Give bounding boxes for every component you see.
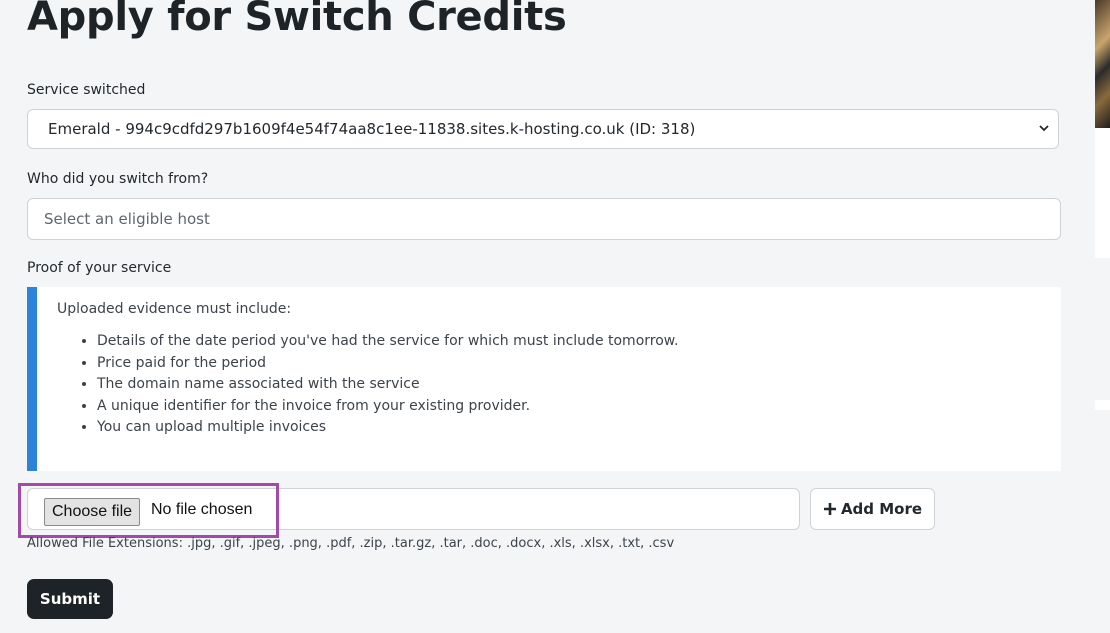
submit-button[interactable]: Submit <box>27 579 113 619</box>
notice-list: Details of the date period you've had th… <box>57 331 678 439</box>
notice-intro: Uploaded evidence must include: <box>57 301 292 317</box>
side-photo <box>1095 0 1110 128</box>
list-item: The domain name associated with the serv… <box>97 374 678 396</box>
service-select-value: Emerald - 994c9cdfd297b1609f4e54f74aa8c1… <box>48 120 696 138</box>
highlight-box <box>18 483 279 538</box>
list-item: Price paid for the period <box>97 353 678 375</box>
plus-icon <box>823 503 836 515</box>
page-title: Apply for Switch Credits <box>27 0 567 40</box>
add-more-button[interactable]: Add More <box>810 488 935 530</box>
list-item: You can upload multiple invoices <box>97 417 678 439</box>
side-panel-block <box>1095 258 1110 400</box>
add-more-label: Add More <box>840 500 923 518</box>
service-select[interactable]: Emerald - 994c9cdfd297b1609f4e54f74aa8c1… <box>27 109 1059 149</box>
chevron-down-icon <box>1039 125 1049 132</box>
allowed-extensions-text: Allowed File Extensions: .jpg, .gif, .jp… <box>27 536 675 551</box>
side-panel-block-lower <box>1095 410 1110 633</box>
evidence-notice: Uploaded evidence must include: Details … <box>27 287 1061 471</box>
proof-label: Proof of your service <box>27 260 172 276</box>
list-item: Details of the date period you've had th… <box>97 331 678 353</box>
service-label: Service switched <box>27 82 146 98</box>
host-label: Who did you switch from? <box>27 171 209 187</box>
list-item: A unique identifier for the invoice from… <box>97 396 678 418</box>
host-select-input[interactable] <box>27 198 1061 240</box>
